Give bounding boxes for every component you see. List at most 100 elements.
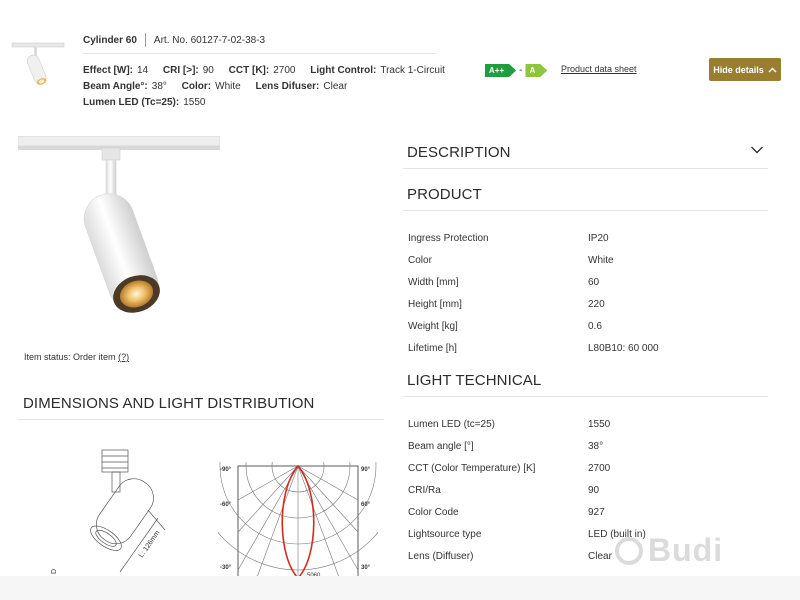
product-name: Cylinder 60 <box>83 34 137 46</box>
polar-angle-label: 90° <box>361 467 371 473</box>
row-label: Beam angle [°] <box>408 440 474 452</box>
row-value: IP20 <box>588 232 609 244</box>
row-value: 90 <box>588 484 600 496</box>
spec-label: Lens Difuser: <box>255 81 320 92</box>
energy-class-low: A <box>525 64 547 77</box>
table-row: Color White <box>408 249 768 271</box>
spec-value: 90 <box>202 65 214 76</box>
light-technical-spec-table: Lumen LED (tc=25) 1550 Beam angle [°] 38° … <box>408 413 768 567</box>
chevron-down-icon[interactable] <box>750 145 764 155</box>
description-divider <box>403 168 768 169</box>
description-section-toggle[interactable]: DESCRIPTION <box>407 144 511 161</box>
product-image <box>17 135 221 346</box>
spec-value: 14 <box>137 65 149 76</box>
spec-value: 2700 <box>273 65 296 76</box>
row-label: Lens (Diffuser) <box>408 550 474 562</box>
row-label: Ingress Protection <box>408 232 489 244</box>
spec-label: CRI [>]: <box>162 65 199 76</box>
spec-value: 1550 <box>183 97 206 108</box>
product-section-title: PRODUCT <box>407 186 482 203</box>
light-technical-divider <box>403 396 768 397</box>
hide-details-label: Hide details <box>713 64 764 75</box>
spec-line-2: Beam Angle°: 38° Color: White Lens Difuser… <box>83 79 457 95</box>
spec-label: Lumen LED (Tc=25): <box>83 97 180 108</box>
item-status: Item status: Order item (?) <box>24 352 129 362</box>
diameter-dimension-label: D <box>51 569 58 574</box>
row-value: 38° <box>588 440 604 452</box>
dimensions-divider <box>18 419 384 420</box>
polar-angle-label: -30° <box>220 565 232 571</box>
table-row: CCT (Color Temperature) [K] 2700 <box>408 457 768 479</box>
energy-label: A++ - A <box>485 64 547 77</box>
table-row: Weight [kg] 0.6 <box>408 315 768 337</box>
table-row: Lifetime [h] L80B10: 60 000 <box>408 337 768 359</box>
header-divider <box>83 53 435 54</box>
row-label: Lifetime [h] <box>408 342 457 354</box>
polar-angle-label: -90° <box>220 467 232 473</box>
row-label: Weight [kg] <box>408 320 458 332</box>
row-label: Height [mm] <box>408 298 462 310</box>
product-divider <box>403 210 768 211</box>
spec-label: Effect [W]: <box>83 65 133 76</box>
row-value: 0.6 <box>588 320 602 332</box>
dimensions-section-title: DIMENSIONS AND LIGHT DISTRIBUTION <box>23 395 315 412</box>
item-status-label: Item status: <box>24 352 71 362</box>
spec-value: Track 1-Circuit <box>380 65 445 76</box>
row-value: 2700 <box>588 462 611 474</box>
spec-label: Beam Angle°: <box>83 81 148 92</box>
table-row: Color Code 927 <box>408 501 768 523</box>
bottom-bar <box>0 576 800 600</box>
spec-line-1: Effect [W]: 14 CRI [>]: 90 CCT [K]: 2700 Li… <box>83 63 457 79</box>
row-value: L80B10: 60 000 <box>588 342 659 354</box>
product-title-bar: Cylinder 60 Art. No. 60127-7-02-38-3 <box>83 33 265 47</box>
product-data-sheet-link[interactable]: Product data sheet <box>561 64 637 74</box>
row-value: 1550 <box>588 418 611 430</box>
spec-label: Light Control: <box>310 65 377 76</box>
spec-value: Clear <box>323 81 348 92</box>
spec-label: Color: <box>181 81 212 92</box>
row-label: CRI/Ra <box>408 484 441 496</box>
row-value: 60 <box>588 276 600 288</box>
row-label: Lightsource type <box>408 528 482 540</box>
table-row: Ingress Protection IP20 <box>408 227 768 249</box>
spec-label: CCT [K]: <box>228 65 270 76</box>
table-row: Lens (Diffuser) Clear <box>408 545 768 567</box>
product-spec-table: Ingress Protection IP20 Color White Width … <box>408 227 768 359</box>
light-technical-section-title: LIGHT TECHNICAL <box>407 372 542 389</box>
dimension-drawing: L: 126mm D <box>50 440 175 580</box>
polar-angle-label: 30° <box>361 565 371 571</box>
title-separator <box>144 33 146 47</box>
energy-class-high: A++ <box>485 64 516 77</box>
light-distribution-diagram: 5060 -90° 90° -60° 60° -30° 30° <box>193 361 403 581</box>
table-row: Height [mm] 220 <box>408 293 768 315</box>
header-specs: Effect [W]: 14 CRI [>]: 90 CCT [K]: 2700 Li… <box>83 63 457 111</box>
hide-details-button[interactable]: Hide details <box>709 58 781 81</box>
item-status-help-link[interactable]: (?) <box>118 352 129 362</box>
table-row: Lumen LED (tc=25) 1550 <box>408 413 768 435</box>
row-label: Width [mm] <box>408 276 459 288</box>
row-value: Clear <box>588 550 612 562</box>
article-number: Art. No. 60127-7-02-38-3 <box>153 34 266 46</box>
table-row: Width [mm] 60 <box>408 271 768 293</box>
chevron-up-icon <box>768 67 777 72</box>
row-value: White <box>588 254 614 266</box>
item-status-value: Order item <box>73 352 116 362</box>
spec-value: White <box>215 81 241 92</box>
row-label: Color <box>408 254 432 266</box>
spec-value: 38° <box>151 81 167 92</box>
product-thumbnail <box>10 40 66 92</box>
polar-angle-label: 60° <box>361 502 371 508</box>
energy-dash: - <box>519 65 523 76</box>
row-value: 220 <box>588 298 605 310</box>
spec-line-3: Lumen LED (Tc=25): 1550 <box>83 95 457 111</box>
table-row: Beam angle [°] 38° <box>408 435 768 457</box>
row-label: Color Code <box>408 506 459 518</box>
length-dimension-label: L: 126mm <box>138 529 162 559</box>
table-row: CRI/Ra 90 <box>408 479 768 501</box>
row-label: Lumen LED (tc=25) <box>408 418 495 430</box>
row-value: 927 <box>588 506 605 518</box>
polar-angle-label: -60° <box>220 502 232 508</box>
row-label: CCT (Color Temperature) [K] <box>408 462 536 474</box>
row-value: LED (built in) <box>588 528 646 540</box>
table-row: Lightsource type LED (built in) <box>408 523 768 545</box>
